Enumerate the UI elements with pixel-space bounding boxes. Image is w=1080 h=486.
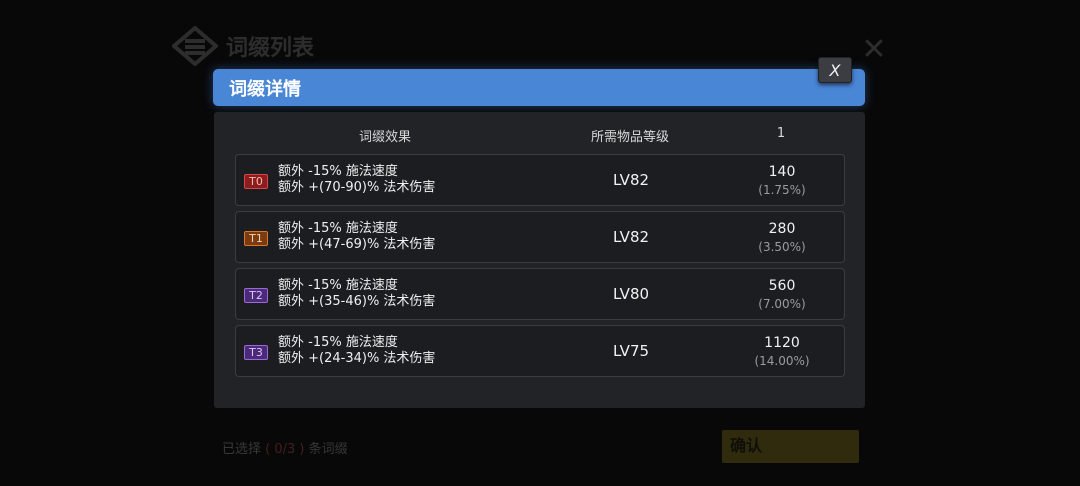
column-header-weight: 1 [776, 126, 786, 141]
affix-detail-table: 词缀效果 所需物品等级 1 T0 额外 -15% 施法速度 额外 +(70-90… [214, 112, 865, 408]
affix-effect-line-2: 额外 +(24-34)% 法术伤害 [278, 351, 436, 366]
table-header: 词缀效果 所需物品等级 1 [214, 126, 865, 146]
required-level-value: LV82 [612, 228, 650, 246]
modal-close-button[interactable]: X [818, 57, 852, 83]
required-level-value: LV82 [612, 171, 650, 189]
weight-percent: (3.50%) [758, 240, 806, 254]
tier-badge: T3 [244, 345, 268, 360]
affix-effect-line-1: 额外 -15% 施法速度 [278, 164, 398, 179]
affix-effect: 额外 -15% 施法速度 额外 +(70-90)% 法术伤害 [278, 164, 435, 196]
column-header-effect: 词缀效果 [358, 130, 412, 145]
affix-effect-line-1: 额外 -15% 施法速度 [278, 221, 398, 236]
modal-title: 词缀详情 [229, 78, 301, 100]
affix-effect: 额外 -15% 施法速度 额外 +(47-69)% 法术伤害 [278, 221, 435, 253]
weight-percent: (1.75%) [758, 183, 806, 197]
affix-row-t3[interactable]: T3 额外 -15% 施法速度 额外 +(24-34)% 法术伤害 LV75 1… [235, 325, 845, 377]
column-header-level: 所需物品等级 [590, 130, 670, 145]
affix-effect-line-2: 额外 +(70-90)% 法术伤害 [278, 180, 436, 195]
affix-effect: 额外 -15% 施法速度 额外 +(35-46)% 法术伤害 [278, 278, 435, 310]
affix-row-t1[interactable]: T1 额外 -15% 施法速度 额外 +(47-69)% 法术伤害 LV82 2… [235, 211, 845, 263]
affix-row-t2[interactable]: T2 额外 -15% 施法速度 额外 +(35-46)% 法术伤害 LV80 5… [235, 268, 845, 320]
tier-badge: T2 [244, 288, 268, 303]
weight-value: 140 [768, 164, 796, 180]
affix-effect-line-2: 额外 +(35-46)% 法术伤害 [278, 294, 436, 309]
affix-effect-line-2: 额外 +(47-69)% 法术伤害 [278, 237, 436, 252]
weight-percent: (14.00%) [754, 354, 810, 368]
affix-effect-line-1: 额外 -15% 施法速度 [278, 335, 398, 350]
tier-badge: T0 [244, 174, 268, 189]
affix-effect: 额外 -15% 施法速度 额外 +(24-34)% 法术伤害 [278, 335, 435, 367]
affix-effect-line-1: 额外 -15% 施法速度 [278, 278, 398, 293]
weight-value: 560 [768, 278, 796, 294]
tier-badge: T1 [244, 231, 268, 246]
modal-header: 词缀详情 [213, 69, 865, 106]
weight-value: 1120 [764, 335, 800, 351]
affix-row-t0[interactable]: T0 额外 -15% 施法速度 额外 +(70-90)% 法术伤害 LV82 1… [235, 154, 845, 206]
weight-percent: (7.00%) [758, 297, 806, 311]
weight-value: 280 [768, 221, 796, 237]
required-level-value: LV80 [612, 285, 650, 303]
required-level-value: LV75 [612, 342, 650, 360]
